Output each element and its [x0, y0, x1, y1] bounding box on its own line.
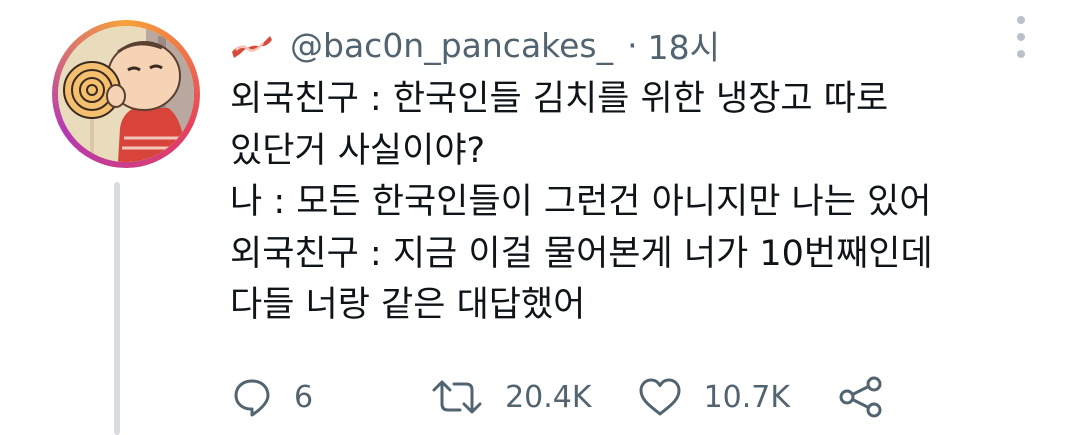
- tweet-text-line: 나 : 모든 한국인들이 그런건 아니지만 나는 있어: [230, 182, 932, 222]
- tweet-text-line: 다들 너랑 같은 대답했어: [230, 285, 586, 325]
- tweet-text-line: 있단거 사실이야?: [230, 130, 486, 171]
- retweet-count: 20.4K: [505, 379, 592, 415]
- speech-bubble-icon: [234, 379, 270, 417]
- bacon-icon: [232, 36, 272, 58]
- like-button[interactable]: 10.7K: [638, 377, 790, 417]
- avatar-image: [58, 26, 194, 162]
- share-button[interactable]: [838, 375, 884, 419]
- tweet-text-line: 외국친구 : 지금 이걸 물어본게 너가 10번째인데: [230, 233, 933, 274]
- tweet-timestamp[interactable]: 18시: [648, 21, 720, 69]
- retweet-button[interactable]: 20.4K: [431, 377, 592, 417]
- share-nodes-icon: [839, 376, 882, 418]
- tweet-header: @bac0n_pancakes_ · 18시: [228, 22, 720, 68]
- reply-button[interactable]: 6: [232, 377, 313, 417]
- tweet-text-line: 외국친구 : 한국인들 김치를 위한 냉장고 따로: [230, 79, 889, 119]
- reply-count: 6: [294, 379, 314, 415]
- like-count: 10.7K: [703, 379, 791, 415]
- user-handle[interactable]: @bac0n_pancakes_: [290, 26, 613, 65]
- retweet-arrows-icon: [432, 380, 482, 414]
- thread-connector-line: [114, 182, 120, 435]
- header-separator: ·: [627, 25, 638, 65]
- heart-icon: [639, 378, 681, 416]
- tweet-text: 외국친구 : 한국인들 김치를 위한 냉장고 따로 있단거 사실이야? 나 : …: [230, 74, 1030, 332]
- avatar[interactable]: [52, 20, 200, 168]
- cartoon-character-icon: [58, 26, 194, 162]
- tweet-actions: 6 20.4K 10.7K: [232, 370, 884, 424]
- vertical-ellipsis-icon[interactable]: [1006, 16, 1036, 58]
